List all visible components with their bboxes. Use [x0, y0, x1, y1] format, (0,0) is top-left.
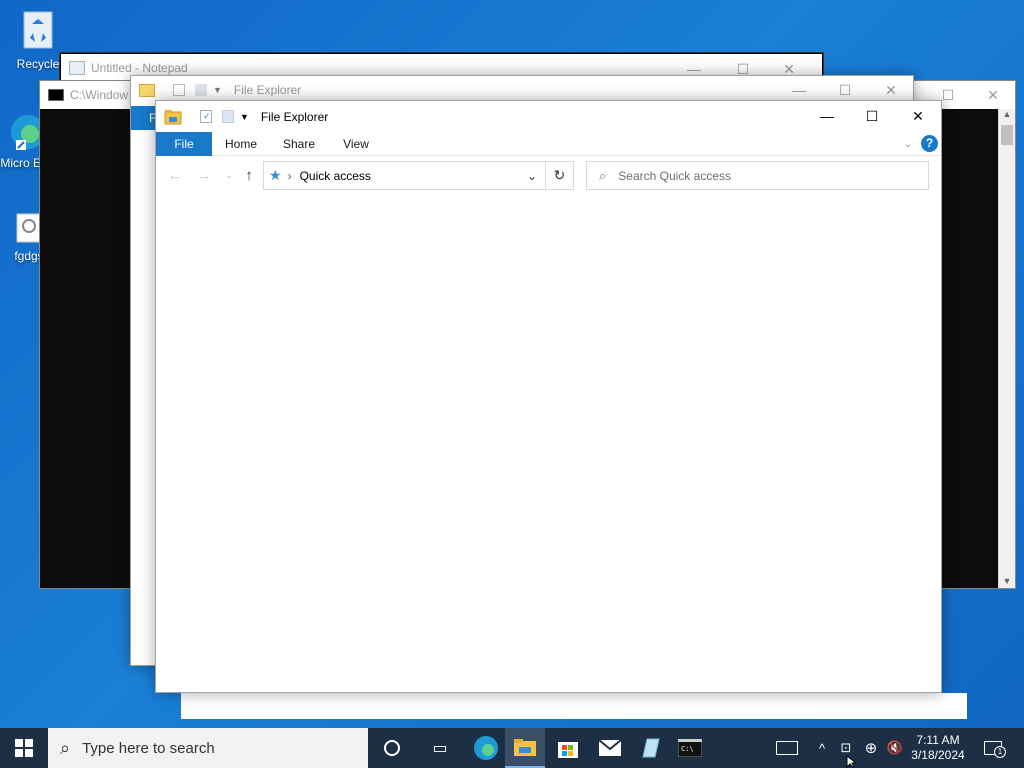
back-arrow-icon[interactable]: ← — [165, 165, 185, 185]
quick-access-dropdown-icon[interactable]: ▼ — [240, 112, 249, 122]
cortana-icon — [384, 740, 400, 756]
search-icon: ⌕ — [60, 737, 71, 758]
mail-icon — [598, 739, 622, 756]
explorer-back-file-tab[interactable]: F — [131, 106, 157, 130]
clock[interactable]: 7:11 AM 3/18/2024 — [906, 728, 970, 768]
edge-taskbar-button[interactable] — [466, 728, 506, 768]
task-view-button[interactable]: ▭ — [420, 728, 460, 768]
scroll-up-arrow[interactable]: ▲ — [999, 109, 1015, 123]
store-icon — [558, 742, 578, 758]
task-view-icon: ▭ — [432, 740, 448, 757]
store-taskbar-button[interactable] — [548, 728, 588, 768]
explorer-maximize-button[interactable]: ☐ — [849, 101, 895, 131]
folder-icon — [139, 83, 155, 97]
search-box[interactable]: ⌕ Search Quick access — [586, 161, 929, 190]
explorer-window-third[interactable] — [181, 693, 967, 719]
edge-icon — [11, 115, 45, 150]
recycle-bin-icon — [23, 11, 53, 49]
tab-file[interactable]: File — [156, 132, 212, 156]
notepad-icon — [642, 738, 660, 758]
ribbon-tabs: File Home Share View ⌄ ? — [156, 132, 941, 156]
expand-ribbon-icon[interactable]: ⌄ — [900, 132, 916, 156]
news-icon — [776, 741, 798, 755]
scroll-down-arrow[interactable]: ▼ — [999, 576, 1015, 586]
address-dropdown-icon[interactable]: ⌄ — [527, 169, 537, 183]
clock-date: 3/18/2024 — [911, 748, 965, 762]
cmd-icon — [48, 89, 64, 101]
file-explorer-icon — [514, 739, 536, 756]
notification-badge: 1 — [994, 746, 1006, 758]
taskbar-search-box[interactable]: ⌕ Type here to search — [48, 728, 368, 768]
help-icon[interactable]: ? — [921, 135, 938, 152]
quick-access-star-icon: ★ — [269, 167, 282, 183]
windows-logo-icon — [15, 739, 33, 757]
taskbar: ⌕ Type here to search ▭ C:\ ^ ⊡ ⊕ 🔇 7:11… — [0, 728, 1024, 768]
edge-icon — [474, 736, 498, 760]
tab-view[interactable]: View — [331, 132, 381, 156]
notepad-taskbar-button[interactable] — [630, 728, 670, 768]
search-icon: ⌕ — [599, 167, 607, 183]
mail-taskbar-button[interactable] — [590, 728, 630, 768]
scroll-thumb[interactable] — [1001, 125, 1013, 145]
taskbar-search-placeholder: Type here to search — [82, 739, 215, 757]
refresh-icon: ↻ — [553, 167, 566, 183]
explorer-window[interactable]: ✓ ▼ File Explorer — ☐ ✕ File Home Share … — [155, 100, 942, 693]
address-bar[interactable]: ★ › Quick access ⌄ — [263, 161, 574, 190]
tab-share[interactable]: Share — [274, 132, 324, 156]
tab-home[interactable]: Home — [216, 132, 266, 156]
forward-arrow-icon[interactable]: → — [194, 165, 214, 185]
breadcrumb-quick-access[interactable]: Quick access — [300, 169, 371, 183]
new-folder-icon — [195, 84, 207, 96]
explorer-title: File Explorer — [260, 109, 329, 124]
notepad-icon — [69, 61, 85, 75]
notepad-title: Untitled - Notepad — [91, 61, 188, 75]
folder-icon — [164, 109, 182, 124]
refresh-button[interactable]: ↻ — [545, 161, 574, 190]
svg-text:C:\: C:\ — [681, 745, 694, 753]
explorer-minimize-button[interactable]: — — [804, 101, 850, 131]
clock-time: 7:11 AM — [916, 733, 960, 747]
volume-muted-icon[interactable]: 🔇 — [884, 728, 906, 768]
action-center-button[interactable]: 1 — [978, 728, 1008, 768]
show-hidden-icons-button[interactable]: ^ — [812, 728, 832, 768]
search-input[interactable]: Search Quick access — [618, 169, 731, 183]
cmd-close-button[interactable]: ✕ — [970, 81, 1016, 109]
explorer-back-title: File Explorer — [233, 83, 302, 97]
file-explorer-taskbar-button[interactable] — [505, 728, 545, 768]
start-button[interactable] — [4, 728, 44, 768]
quick-access-properties-icon — [173, 84, 185, 96]
recent-locations-icon[interactable]: ⌄ — [219, 165, 239, 185]
cmd-icon: C:\ — [678, 739, 702, 757]
quick-access-properties-icon[interactable]: ✓ — [200, 110, 212, 123]
network-icon[interactable]: ⊕ — [860, 728, 882, 768]
desktop-icon-label: Recycle — [16, 57, 60, 71]
mouse-cursor-icon — [846, 755, 858, 768]
cmd-taskbar-button[interactable]: C:\ — [670, 728, 710, 768]
breadcrumb-chevron-icon: › — [287, 168, 292, 183]
news-widget-button[interactable] — [772, 728, 802, 768]
cmd-scrollbar[interactable]: ▲ ▼ — [998, 109, 1015, 588]
quick-access-dropdown-icon: ▼ — [213, 85, 222, 95]
up-arrow-icon[interactable]: ↑ — [239, 165, 259, 185]
new-folder-icon[interactable] — [222, 110, 234, 123]
cortana-button[interactable] — [372, 728, 412, 768]
explorer-close-button[interactable]: ✕ — [895, 101, 941, 131]
cmd-title: C:\Window — [70, 88, 129, 102]
desktop-icon-recycle-bin[interactable]: Recycle — [8, 8, 68, 71]
